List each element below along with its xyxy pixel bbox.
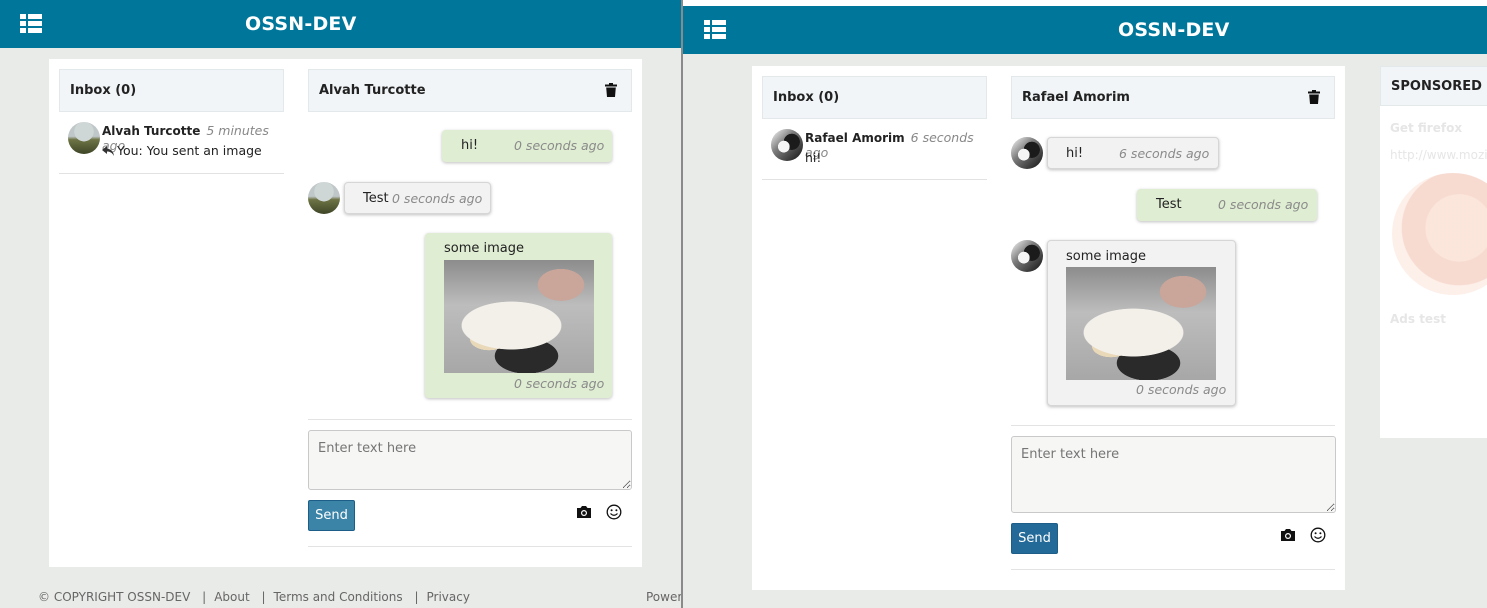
message-bubble-received: hi! 6 seconds ago (1047, 137, 1219, 169)
divider (308, 419, 632, 420)
message-time: 0 seconds ago (1218, 197, 1309, 212)
ad-title[interactable]: Get firefox (1390, 121, 1462, 135)
divider (308, 546, 632, 547)
firefox-logo-icon[interactable] (1392, 173, 1487, 295)
messages-panel: Inbox (0) Rafael Amorim 6 seconds ago hi!… (752, 66, 1345, 590)
left-browser-window: OSSN-DEV Inbox (0) Alvah Turcotte 5 minut… (0, 0, 681, 608)
footer: © COPYRIGHT OSSN-DEV | About | Terms and C… (38, 590, 681, 604)
avatar (771, 129, 803, 161)
message-time: 6 seconds ago (1119, 146, 1210, 161)
avatar (308, 182, 340, 214)
attached-image[interactable] (1066, 267, 1216, 380)
copyright-text: © COPYRIGHT OSSN-DEV (38, 590, 191, 604)
top-navbar: OSSN-DEV (683, 6, 1487, 54)
top-navbar: OSSN-DEV (0, 0, 681, 48)
divider (1011, 425, 1335, 426)
message-text: hi! (1066, 146, 1084, 161)
sponsored-widget: SPONSORED Get firefox http://www.mozilla… (1380, 66, 1487, 438)
ad-url[interactable]: http://www.mozilla.org (1390, 148, 1487, 162)
message-text: some image (1066, 249, 1147, 264)
avatar (1011, 240, 1043, 272)
conversation-title: Alvah Turcotte (319, 83, 426, 98)
conversation-header: Alvah Turcotte (308, 69, 632, 112)
ad-text[interactable]: Ads test (1390, 312, 1446, 326)
message-bubble-sent-image: some image 0 seconds ago (425, 233, 612, 398)
camera-icon[interactable] (1280, 528, 1296, 542)
message-text: Test (1156, 197, 1182, 212)
send-button[interactable]: Send (308, 500, 355, 531)
thread-preview: hi! (805, 150, 822, 165)
message-input[interactable] (1011, 436, 1336, 513)
messages-panel: Inbox (0) Alvah Turcotte 5 minutes ago Yo… (49, 59, 642, 567)
footer-link-terms[interactable]: Terms and Conditions (274, 590, 403, 604)
emoji-icon[interactable] (606, 504, 622, 520)
thread-name: Rafael Amorim 6 seconds ago (805, 130, 974, 160)
message-time: 0 seconds ago (514, 376, 605, 391)
attached-image[interactable] (444, 260, 594, 373)
message-bubble-received: Test 0 seconds ago (344, 182, 491, 214)
avatar (68, 122, 100, 154)
emoji-icon[interactable] (1310, 527, 1326, 543)
message-bubble-sent: Test 0 seconds ago (1137, 189, 1317, 221)
conversation-title: Rafael Amorim (1022, 90, 1130, 105)
footer-link-about[interactable]: About (214, 590, 249, 604)
send-button[interactable]: Send (1011, 523, 1058, 554)
inbox-header: Inbox (0) (762, 76, 987, 119)
thread-preview: You: You sent an image (102, 143, 262, 158)
message-text: some image (444, 241, 525, 256)
inbox-thread-item[interactable]: Alvah Turcotte 5 minutes ago You: You sen… (59, 112, 284, 174)
footer-link-privacy[interactable]: Privacy (426, 590, 469, 604)
avatar (1011, 137, 1043, 169)
sponsored-header: SPONSORED (1380, 66, 1487, 106)
trash-icon[interactable] (1308, 90, 1320, 104)
message-text: hi! (461, 138, 479, 153)
conversation-header: Rafael Amorim (1011, 76, 1335, 119)
message-bubble-sent: hi! 0 seconds ago (442, 130, 612, 162)
reply-icon (102, 146, 114, 156)
trash-icon[interactable] (605, 83, 617, 97)
inbox-header: Inbox (0) (59, 69, 284, 112)
site-title[interactable]: OSSN-DEV (0, 13, 681, 35)
message-time: 0 seconds ago (514, 138, 605, 153)
divider (1011, 569, 1335, 570)
message-time: 0 seconds ago (392, 191, 483, 206)
right-browser-window: OSSN-DEV Inbox (0) Rafael Amorim 6 second… (681, 0, 1487, 608)
message-bubble-received-image: some image 0 seconds ago (1047, 240, 1236, 406)
camera-icon[interactable] (576, 505, 592, 519)
site-title[interactable]: OSSN-DEV (683, 19, 1487, 41)
message-time: 0 seconds ago (1136, 382, 1227, 397)
message-input[interactable] (308, 430, 632, 490)
message-text: Test (363, 191, 389, 206)
inbox-thread-item[interactable]: Rafael Amorim 6 seconds ago hi! (762, 119, 987, 180)
powered-text: Power (646, 590, 681, 604)
